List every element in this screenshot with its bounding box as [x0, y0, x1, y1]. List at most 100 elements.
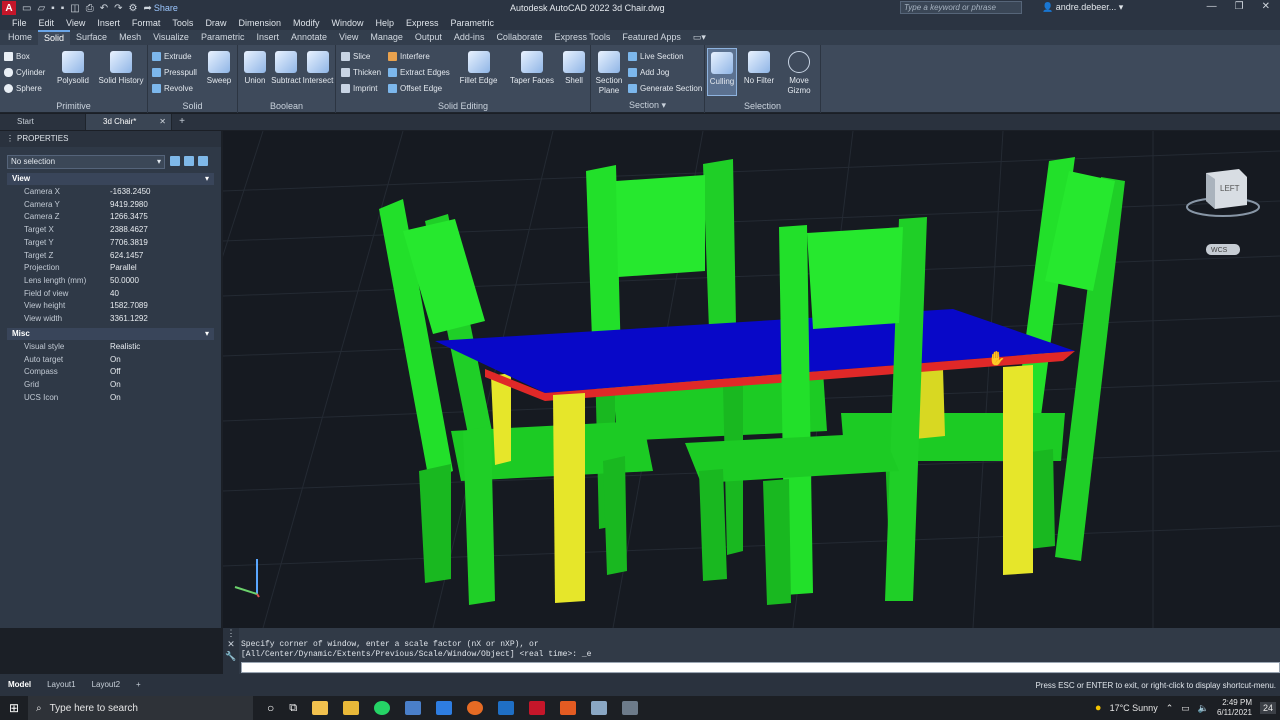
add-jog-button[interactable]: Add Jog — [628, 68, 669, 77]
extract-edges-button[interactable]: Extract Edges — [388, 68, 450, 77]
property-value[interactable]: 9419.2980 — [100, 199, 214, 212]
menu-view[interactable]: View — [60, 16, 91, 30]
menu-draw[interactable]: Draw — [199, 16, 232, 30]
ribbon-tab-solid[interactable]: Solid — [38, 30, 71, 45]
shell-button[interactable]: Shell — [560, 51, 588, 86]
presspull-button[interactable]: Presspull — [152, 68, 197, 77]
saveas-icon[interactable]: ▪ — [61, 3, 65, 14]
property-value[interactable]: 1266.3475 — [100, 211, 214, 224]
property-row[interactable]: Lens length (mm) 50.0000 — [7, 275, 214, 288]
property-row[interactable]: View height 1582.7089 — [7, 300, 214, 313]
subtract-button[interactable]: Subtract — [269, 51, 303, 86]
taper-faces-button[interactable]: Taper Faces — [508, 51, 556, 86]
layout-tab-layout2[interactable]: Layout2 — [84, 678, 128, 692]
property-value[interactable]: -1638.2450 — [100, 186, 214, 199]
property-value[interactable]: Off — [100, 366, 214, 379]
share-button[interactable]: Share — [154, 3, 178, 13]
drag-handle-icon[interactable]: ⋮ — [223, 628, 239, 638]
box-button[interactable]: Box — [4, 52, 30, 61]
property-value[interactable]: 7706.3819 — [100, 237, 214, 250]
workspace-icon[interactable]: ⚙ — [128, 3, 137, 14]
select-objects-icon[interactable] — [184, 156, 194, 166]
section-panel-title[interactable]: Section ▾ — [591, 100, 704, 111]
sphere-button[interactable]: Sphere — [4, 84, 42, 93]
property-value[interactable]: 2388.4627 — [100, 224, 214, 237]
property-value[interactable]: On — [100, 379, 214, 392]
ribbon-tab-mesh[interactable]: Mesh — [113, 30, 147, 45]
property-row[interactable]: Field of view 40 — [7, 288, 214, 301]
clock[interactable]: 2:49 PM 6/11/2021 — [1217, 698, 1252, 718]
calculator-icon[interactable] — [405, 701, 422, 715]
network-icon[interactable]: ▭ — [1181, 703, 1190, 714]
property-row[interactable]: Camera X -1638.2450 — [7, 186, 214, 199]
tray-overflow-icon[interactable]: ⌃ — [1166, 703, 1174, 714]
save-icon[interactable]: ▪ — [51, 3, 55, 14]
layout-tab-model[interactable]: Model — [0, 678, 39, 692]
web-open-icon[interactable]: ◫ — [70, 3, 79, 14]
snipping-icon[interactable] — [622, 701, 639, 715]
redo-icon[interactable]: ↷ — [114, 3, 122, 14]
fillet-edge-button[interactable]: Fillet Edge — [456, 51, 501, 86]
ribbon-tab-manage[interactable]: Manage — [364, 30, 409, 45]
fusion-icon[interactable] — [560, 701, 577, 715]
menu-modify[interactable]: Modify — [287, 16, 326, 30]
weather-icon[interactable]: ● — [1095, 702, 1102, 714]
task-view-icon[interactable]: ⧉ — [289, 702, 297, 715]
property-row[interactable]: View width 3361.1292 — [7, 313, 214, 326]
move-gizmo-button[interactable]: Move Gizmo — [781, 51, 817, 96]
taskbar-search[interactable]: ⌕ Type here to search — [28, 696, 253, 720]
close-icon[interactable]: ✕ — [1262, 1, 1270, 12]
menu-window[interactable]: Window — [326, 16, 370, 30]
sweep-button[interactable]: Sweep — [203, 51, 235, 86]
property-value[interactable]: 50.0000 — [100, 275, 214, 288]
layout-tab-layout1[interactable]: Layout1 — [39, 678, 83, 692]
minimize-icon[interactable]: — — [1207, 1, 1217, 12]
property-row[interactable]: Target Z 624.1457 — [7, 250, 214, 263]
share-icon[interactable]: ➦ — [143, 3, 151, 14]
viewcube[interactable]: LEFT — [1186, 169, 1260, 217]
property-value[interactable]: Realistic — [100, 341, 214, 354]
imprint-button[interactable]: Imprint — [341, 84, 377, 93]
property-row[interactable]: Camera Z 1266.3475 — [7, 211, 214, 224]
volume-icon[interactable]: 🔈 — [1198, 703, 1209, 714]
property-value[interactable]: Parallel — [100, 262, 214, 275]
menu-format[interactable]: Format — [126, 16, 167, 30]
cortana-icon[interactable]: ○ — [267, 701, 274, 715]
generate-section-button[interactable]: Generate Section — [628, 84, 702, 93]
ribbon-tab-output[interactable]: Output — [409, 30, 448, 45]
no-filter-button[interactable]: No Filter — [741, 51, 777, 86]
ribbon-tab-view[interactable]: View — [333, 30, 364, 45]
property-row[interactable]: Projection Parallel — [7, 262, 214, 275]
interfere-button[interactable]: Interfere — [388, 52, 430, 61]
command-input[interactable] — [241, 662, 1280, 673]
property-row[interactable]: Visual style Realistic — [7, 341, 214, 354]
property-row[interactable]: Auto target On — [7, 354, 214, 367]
weather-text[interactable]: 17°C Sunny — [1110, 703, 1158, 713]
help-search-input[interactable]: Type a keyword or phrase — [900, 1, 1022, 14]
autocad-logo[interactable]: A — [2, 1, 16, 15]
menu-tools[interactable]: Tools — [166, 16, 199, 30]
view-section-header[interactable]: View ▾ — [7, 173, 214, 185]
model-canvas[interactable]: LEFT WCS ✋ — [223, 131, 1280, 628]
slice-button[interactable]: Slice — [341, 52, 370, 61]
tab-3d-chair[interactable]: 3d Chair* ✕ — [86, 114, 172, 130]
menu-edit[interactable]: Edit — [33, 16, 61, 30]
menu-insert[interactable]: Insert — [91, 16, 126, 30]
property-value[interactable]: On — [100, 392, 214, 405]
files-icon[interactable] — [343, 701, 360, 715]
ribbon-tab-add-ins[interactable]: Add-ins — [448, 30, 491, 45]
maximize-icon[interactable]: ❐ — [1235, 1, 1244, 12]
property-value[interactable]: 624.1457 — [100, 250, 214, 263]
ribbon-tab-surface[interactable]: Surface — [70, 30, 113, 45]
ribbon-tab-collaborate[interactable]: Collaborate — [490, 30, 548, 45]
close-tab-icon[interactable]: ✕ — [159, 114, 166, 130]
ribbon-toggle-icon[interactable]: ▭▾ — [687, 30, 712, 45]
misc-section-header[interactable]: Misc ▾ — [7, 328, 214, 340]
dropbox-icon[interactable] — [436, 701, 453, 715]
menu-parametric[interactable]: Parametric — [445, 16, 501, 30]
plot-icon[interactable]: ⎙ — [86, 3, 94, 14]
union-button[interactable]: Union — [240, 51, 270, 86]
firefox-icon[interactable] — [467, 701, 484, 715]
section-plane-button[interactable]: Section Plane — [593, 51, 625, 96]
drawing-viewport[interactable]: LEFT WCS ✋ — [223, 131, 1280, 628]
